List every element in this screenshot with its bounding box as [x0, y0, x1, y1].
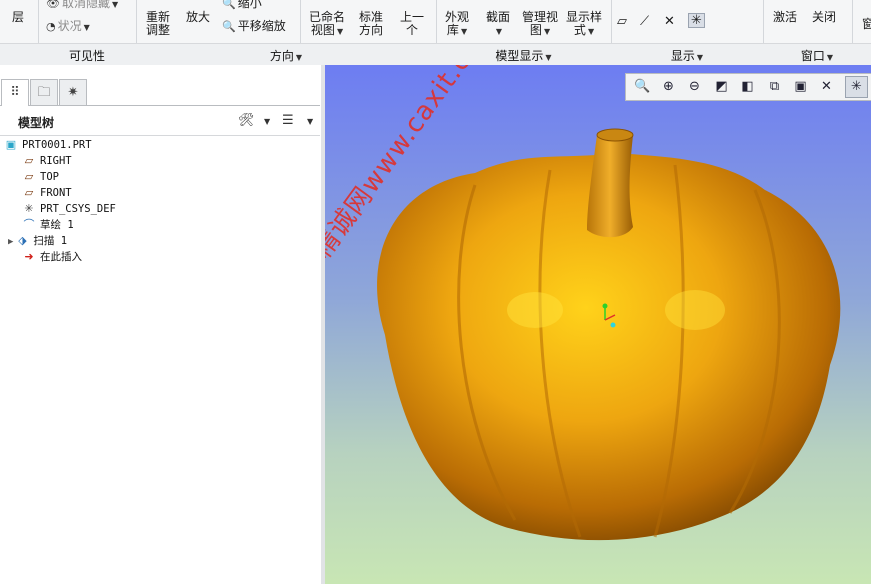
tab-folder-browser[interactable]: 🗀 — [30, 79, 58, 105]
ribbon-toolbar: 层 👁 取消隐藏 ▼ ◔ 状况 ▼ 重新 调整 放大 🔍 缩小 🔍 平移缩放 已命名 视图 ▼ 标… — [0, 0, 871, 66]
tree-settings-icon[interactable]: 🛠 — [238, 113, 255, 128]
tree-item-part[interactable]: ▣ PRT0001.PRT — [4, 137, 92, 153]
part-icon: ▣ — [5, 138, 17, 151]
tree-item-csys[interactable]: ✳ PRT_CSYS_DEF — [22, 201, 115, 217]
csys-toggle-icon[interactable]: ✳ — [845, 76, 868, 98]
saved-views-button[interactable]: 已命名 视图 ▼ — [309, 11, 345, 38]
status-button[interactable]: ◔ 状况 ▼ — [46, 20, 90, 34]
group-orientation[interactable]: 方向 ▼ — [136, 47, 436, 64]
pan-zoom-icon: 🔍 — [222, 20, 236, 33]
folder-icon: 🗀 — [37, 85, 51, 100]
zoom-out-icon[interactable]: ⊖ — [684, 77, 705, 97]
csys-display-icon[interactable]: ✳ — [688, 13, 705, 28]
navigator-tabs: ⠿ 🗀 ✷ — [0, 79, 320, 106]
tab-model-tree[interactable]: ⠿ — [1, 79, 29, 106]
model-tree-icon: ⠿ — [10, 85, 20, 100]
tree-show-icon[interactable]: ☰ — [282, 113, 294, 128]
datum-points-icon[interactable]: ✕ — [816, 77, 837, 97]
group-model-display[interactable]: 模型显示 ▼ — [436, 47, 611, 64]
favorites-icon: ✷ — [67, 85, 79, 100]
tree-item-sweep[interactable]: ▶ ⬗ 扫描 1 — [8, 233, 67, 249]
navigator-panel: ⠿ 🗀 ✷ 模型树 🛠 ▼ ☰ ▼ ▣ PRT0001.PRT ▱ RIGHT ▱ T… — [0, 65, 322, 584]
zoom-in-icon[interactable]: ⊕ — [658, 77, 679, 97]
datum-plane-icon: ▱ — [24, 170, 34, 183]
tab-favorites[interactable]: ✷ — [59, 79, 87, 105]
plane-display-icon[interactable]: ▱ — [617, 15, 627, 28]
repaint-icon[interactable]: ◩ — [711, 77, 732, 97]
display-style-button[interactable]: 显示样式 ▼ — [566, 11, 602, 38]
ribbon-group-bar: 可见性 方向 ▼ 模型显示 ▼ 显示 ▼ 窗口 ▼ — [0, 43, 871, 65]
display-style-icon[interactable]: ◧ — [737, 77, 758, 97]
group-visibility: 可见性 — [68, 49, 105, 63]
chevron-down-icon[interactable]: ▼ — [307, 117, 313, 126]
axis-display-icon[interactable]: ⟋ — [640, 15, 649, 28]
sketch-icon: ⌒ — [23, 218, 35, 231]
unhide-button[interactable]: 👁 取消隐藏 ▼ — [46, 0, 118, 11]
appearance-gallery-button[interactable]: 外观库 ▼ — [445, 11, 469, 38]
model-tree-header: 模型树 🛠 ▼ ☰ ▼ — [0, 107, 320, 136]
status-icon: ◔ — [46, 20, 56, 33]
tree-item-right[interactable]: ▱ RIGHT — [22, 153, 72, 169]
section-button[interactable]: 截面 ▼ — [486, 11, 510, 38]
sweep-icon: ⬗ — [18, 234, 27, 247]
group-show[interactable]: 显示 ▼ — [611, 47, 763, 64]
standard-orientation-button[interactable]: 标准 方向 — [359, 11, 383, 37]
window-button[interactable]: 窗 — [862, 18, 871, 31]
saved-views-icon[interactable]: ⧉ — [764, 77, 785, 97]
datum-plane-icon: ▱ — [24, 154, 34, 167]
pan-zoom-button[interactable]: 🔍 平移缩放 — [222, 20, 286, 34]
manage-views-button[interactable]: 管理视图 ▼ — [522, 11, 558, 38]
zoom-out-button[interactable]: 🔍 缩小 — [222, 0, 262, 10]
tree-item-sketch[interactable]: ⌒ 草绘 1 — [22, 217, 74, 233]
tree-item-insert-here[interactable]: ➜ 在此插入 — [22, 249, 82, 265]
tree-item-front[interactable]: ▱ FRONT — [22, 185, 72, 201]
activate-button[interactable]: 激活 — [773, 11, 797, 24]
model-tree-title: 模型树 — [18, 116, 55, 130]
tree-item-top[interactable]: ▱ TOP — [22, 169, 59, 185]
previous-view-button[interactable]: 上一个 — [400, 11, 424, 37]
layer-button[interactable]: 层 — [12, 11, 24, 24]
group-window[interactable]: 窗口 ▼ — [763, 47, 871, 64]
graphics-window[interactable]: Creo精诚网www.caxit.com 🔍 ⊕ ⊖ ◩ ◧ ⧉ ▣ ✕ ✳ — [325, 65, 871, 584]
refit-icon[interactable]: 🔍 — [632, 77, 653, 97]
csys-icon: ✳ — [24, 202, 34, 215]
close-button[interactable]: 关闭 — [812, 11, 836, 24]
zoom-out-icon: 🔍 — [222, 0, 236, 10]
datum-plane-icon: ▱ — [24, 186, 34, 199]
insert-here-icon: ➜ — [24, 250, 34, 263]
expand-arrow-icon[interactable]: ▶ — [8, 237, 13, 247]
view-toolbar: 🔍 ⊕ ⊖ ◩ ◧ ⧉ ▣ ✕ ✳ — [625, 73, 871, 101]
point-display-icon[interactable]: ✕ — [664, 15, 675, 28]
chevron-down-icon[interactable]: ▼ — [264, 117, 270, 126]
zoom-in-button[interactable]: 放大 — [186, 11, 210, 24]
refit-button[interactable]: 重新 调整 — [146, 11, 170, 37]
eye-icon: 👁 — [46, 0, 60, 10]
view-manager-icon[interactable]: ▣ — [790, 77, 811, 97]
